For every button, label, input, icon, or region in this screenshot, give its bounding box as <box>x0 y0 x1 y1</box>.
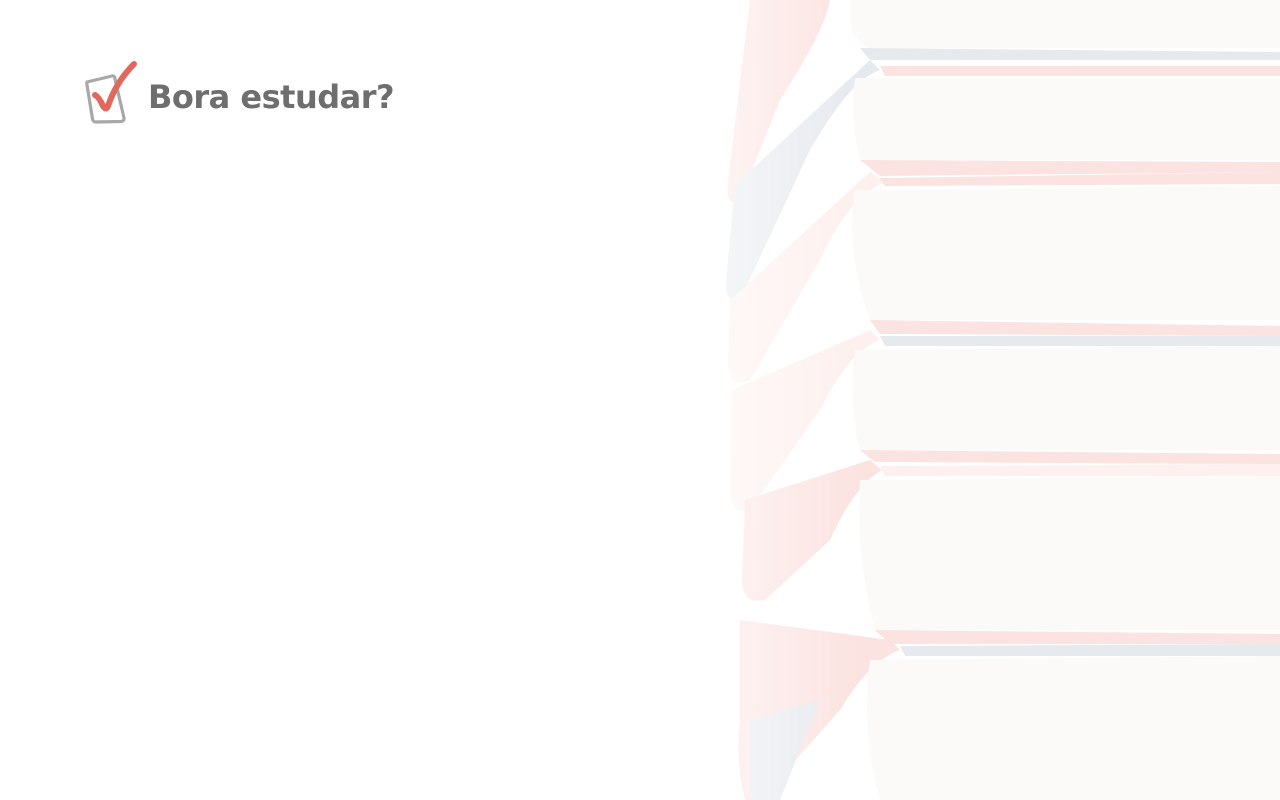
brand-name: Bora estudar? <box>148 78 395 116</box>
stacked-books-icon <box>720 0 1280 800</box>
landing-page: Bora estudar? <box>0 0 1280 800</box>
brand-logo[interactable]: Bora estudar? <box>84 60 395 124</box>
checkbox-check-icon <box>85 61 137 124</box>
